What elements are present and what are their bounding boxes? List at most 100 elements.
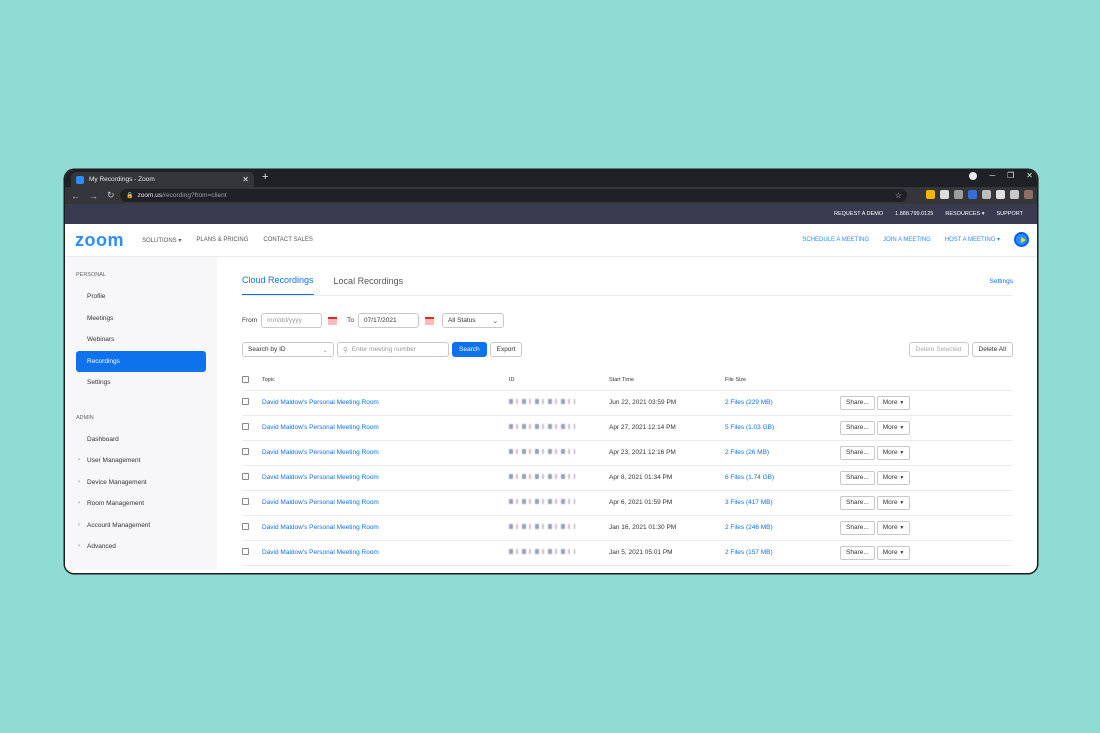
to-date-input[interactable]: 07/17/2021 — [358, 313, 420, 328]
resources-menu[interactable]: RESOURCES ▾ — [945, 211, 984, 217]
caret-down-icon: ▼ — [899, 474, 905, 481]
restore-icon[interactable]: ❐ — [1007, 171, 1014, 180]
row-checkbox[interactable] — [242, 473, 249, 480]
schedule-meeting-link[interactable]: SCHEDULE A MEETING — [802, 237, 869, 243]
extension-icon[interactable] — [968, 190, 977, 199]
sidebar-item-dashboard[interactable]: Dashboard — [65, 429, 217, 451]
export-button[interactable]: Export — [489, 342, 523, 357]
nav-solutions[interactable]: SOLUTIONS ▾ — [142, 237, 181, 244]
tab-local-recordings[interactable]: Local Recordings — [334, 276, 404, 295]
extension-icon[interactable] — [982, 190, 991, 199]
share-button[interactable]: Share... — [840, 520, 875, 535]
sidebar-item-room-management[interactable]: › Room Management — [65, 493, 217, 515]
user-avatar-icon[interactable] — [1014, 232, 1029, 247]
sidebar-item-settings[interactable]: Settings — [65, 372, 217, 394]
share-button[interactable]: Share... — [840, 445, 875, 460]
share-button[interactable]: Share... — [840, 470, 875, 485]
url-field[interactable]: 🔒 zoom.us /recording?from=client ☆ — [120, 189, 907, 202]
chevron-right-icon: › — [78, 478, 80, 485]
from-date-input[interactable]: mm/dd/yyyy — [261, 313, 323, 328]
zoom-logo[interactable]: zoom — [75, 230, 124, 251]
sidebar-item-user-management[interactable]: › User Management — [65, 450, 217, 472]
settings-link[interactable]: Settings — [990, 278, 1014, 285]
more-button[interactable]: More ▼ — [876, 420, 911, 435]
request-demo-link[interactable]: REQUEST A DEMO — [834, 211, 883, 217]
more-button[interactable]: More ▼ — [876, 545, 911, 560]
row-checkbox[interactable] — [242, 448, 249, 455]
reading-list-icon[interactable] — [1010, 190, 1019, 199]
nav-plans-pricing[interactable]: PLANS & PRICING — [196, 237, 248, 244]
row-start-time: Jan 16, 2021 01:30 PM — [609, 524, 677, 531]
delete-selected-button[interactable]: Delete Selected — [908, 342, 969, 357]
meeting-number-input[interactable]: ⚲ Enter meeting number — [337, 342, 449, 357]
minimize-icon[interactable]: ─ — [989, 171, 995, 180]
more-button[interactable]: More ▼ — [876, 470, 911, 485]
nav-contact-sales[interactable]: CONTACT SALES — [263, 237, 312, 244]
row-topic-link[interactable]: David Maldow's Personal Meeting Room — [262, 549, 379, 556]
share-button[interactable]: Share... — [840, 395, 875, 410]
sidebar-item-account-management[interactable]: › Account Management — [65, 515, 217, 537]
support-link[interactable]: SUPPORT — [997, 211, 1024, 217]
row-file-size-link[interactable]: 2 Files (229 MB) — [725, 399, 773, 406]
close-window-icon[interactable]: ✕ — [1026, 171, 1033, 180]
bookmark-star-icon[interactable]: ☆ — [895, 191, 902, 200]
select-all-checkbox[interactable] — [242, 375, 249, 383]
row-topic-link[interactable]: David Maldow's Personal Meeting Room — [262, 499, 379, 506]
search-button[interactable]: Search — [452, 342, 487, 357]
row-checkbox[interactable] — [242, 423, 249, 430]
sidebar-item-recordings[interactable]: Recordings — [76, 350, 206, 372]
more-button[interactable]: More ▼ — [876, 495, 911, 510]
avatar[interactable] — [1024, 190, 1033, 199]
row-checkbox[interactable] — [242, 548, 249, 555]
row-id-blurred — [509, 499, 575, 504]
row-topic-link[interactable]: David Maldow's Personal Meeting Room — [262, 399, 379, 406]
row-file-size-link[interactable]: 2 Files (246 MB) — [725, 524, 773, 531]
join-meeting-link[interactable]: JOIN A MEETING — [883, 237, 931, 243]
row-checkbox[interactable] — [242, 498, 249, 505]
sidebar-item-device-management[interactable]: › Device Management — [65, 472, 217, 494]
share-button[interactable]: Share... — [840, 495, 875, 510]
extension-icon[interactable] — [926, 190, 935, 199]
row-topic-link[interactable]: David Maldow's Personal Meeting Room — [262, 524, 379, 531]
sidebar-item-profile[interactable]: Profile — [65, 286, 217, 308]
row-topic-link[interactable]: David Maldow's Personal Meeting Room — [262, 474, 379, 481]
share-button[interactable]: Share... — [840, 420, 875, 435]
row-id-blurred — [509, 524, 575, 529]
delete-all-button[interactable]: Delete All — [971, 342, 1013, 357]
row-start-time: Jan 5, 2021 05:01 PM — [609, 549, 673, 556]
browser-tab[interactable]: My Recordings - Zoom ✕ — [71, 172, 254, 187]
more-button[interactable]: More ▼ — [876, 520, 911, 535]
reload-icon[interactable]: ↻ — [107, 190, 115, 201]
table-row: David Maldow's Personal Meeting Room Apr … — [242, 440, 1013, 466]
row-checkbox[interactable] — [242, 523, 249, 530]
host-meeting-menu[interactable]: HOST A MEETING ▾ — [945, 236, 1000, 243]
row-topic-link[interactable]: David Maldow's Personal Meeting Room — [262, 424, 379, 431]
more-button-label: More — [882, 548, 898, 556]
close-tab-icon[interactable]: ✕ — [242, 175, 249, 184]
row-topic-link[interactable]: David Maldow's Personal Meeting Room — [262, 449, 379, 456]
profile-icon[interactable] — [969, 171, 978, 180]
forward-icon[interactable]: → — [89, 191, 98, 201]
row-file-size-link[interactable]: 2 Files (26 MB) — [725, 449, 769, 456]
calendar-icon[interactable] — [328, 316, 338, 325]
new-tab-icon[interactable]: + — [262, 171, 268, 183]
row-file-size-link[interactable]: 3 Files (417 MB) — [725, 499, 773, 506]
sidebar-item-advanced[interactable]: › Advanced — [65, 536, 217, 558]
row-checkbox[interactable] — [242, 398, 249, 405]
extension-icon[interactable] — [954, 190, 963, 199]
row-file-size-link[interactable]: 5 Files (1.03 GB) — [725, 424, 774, 431]
sidebar-item-meetings[interactable]: Meetings — [65, 308, 217, 330]
puzzle-icon[interactable] — [996, 190, 1005, 199]
extension-icon[interactable] — [940, 190, 949, 199]
more-button[interactable]: More ▼ — [876, 395, 911, 410]
sidebar-item-webinars[interactable]: Webinars — [65, 329, 217, 351]
back-icon[interactable]: ← — [71, 191, 80, 201]
more-button[interactable]: More ▼ — [876, 445, 911, 460]
search-by-select[interactable]: Search by ID ⌄ — [242, 342, 334, 357]
row-file-size-link[interactable]: 2 Files (157 MB) — [725, 549, 773, 556]
row-file-size-link[interactable]: 6 Files (1.74 GB) — [725, 474, 774, 481]
tab-cloud-recordings[interactable]: Cloud Recordings — [242, 275, 314, 295]
status-select[interactable]: All Status ⌄ — [442, 313, 505, 328]
calendar-icon[interactable] — [425, 316, 435, 325]
share-button[interactable]: Share... — [840, 545, 875, 560]
